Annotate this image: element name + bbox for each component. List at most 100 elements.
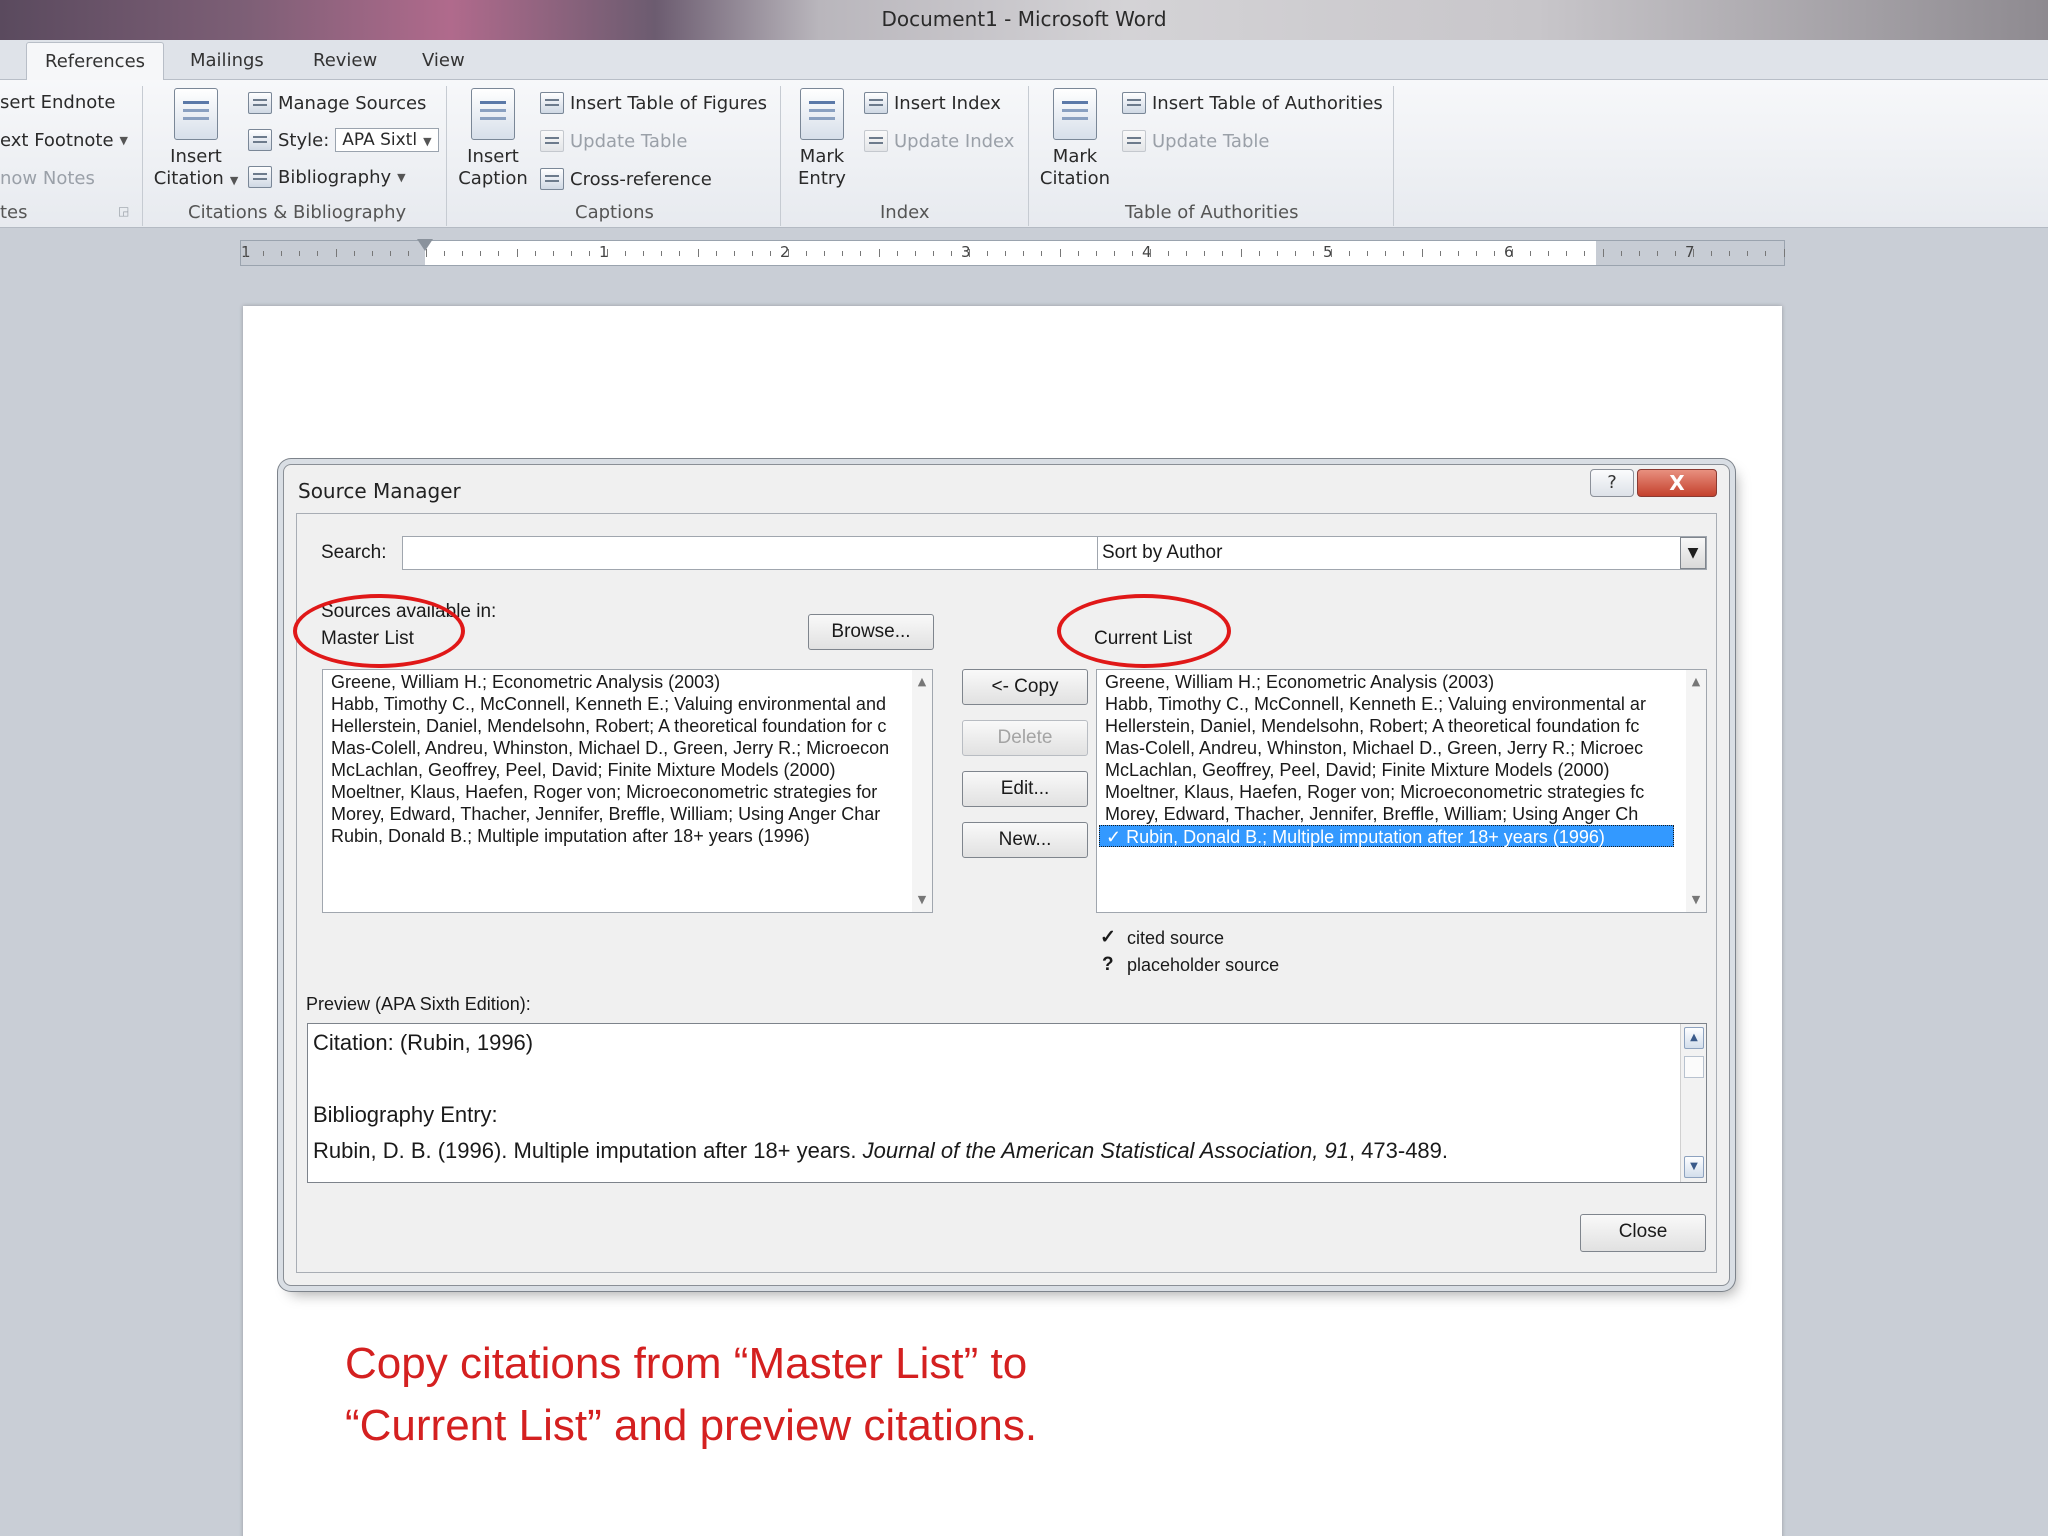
ruler-tick (950, 251, 952, 256)
mark-entry-button[interactable]: Mark Entry (786, 88, 858, 190)
copy-button[interactable]: <- Copy (962, 669, 1088, 705)
scroll-down-icon[interactable]: ▼ (1686, 890, 1706, 910)
ruler-tick (552, 251, 554, 256)
scroll-thumb[interactable] (1684, 1056, 1704, 1078)
ruler-tick (860, 251, 862, 256)
ruler-tick (1168, 251, 1170, 256)
group-separator (780, 86, 781, 226)
ruler-tick (281, 251, 283, 256)
ruler-tick (1005, 251, 1007, 256)
update-authorities-table-button[interactable]: Update Table (1122, 130, 1269, 152)
list-item[interactable]: Hellerstein, Daniel, Mendelsohn, Robert;… (1105, 715, 1639, 737)
help-button[interactable]: ? (1590, 469, 1634, 497)
cross-reference-label: Cross-reference (570, 168, 712, 190)
bibliography-button[interactable]: Bibliography ▼ (248, 166, 406, 188)
list-item[interactable]: Hellerstein, Daniel, Mendelsohn, Robert;… (331, 715, 886, 737)
list-item[interactable]: Habb, Timothy C., McConnell, Kenneth E.;… (331, 693, 886, 715)
list-item[interactable]: McLachlan, Geoffrey, Peel, David; Finite… (331, 759, 836, 781)
ruler-tick (371, 251, 373, 256)
new-button[interactable]: New... (962, 822, 1088, 858)
style-selector[interactable]: Style: APA Sixtl ▼ (248, 128, 439, 152)
scroll-up-icon[interactable]: ▲ (1684, 1027, 1704, 1049)
ruler-tick (842, 251, 844, 256)
search-label: Search: (321, 542, 387, 563)
cross-reference-button[interactable]: Cross-reference (540, 168, 712, 190)
style-dropdown[interactable]: APA Sixtl ▼ (335, 128, 439, 152)
current-list[interactable]: Greene, William H.; Econometric Analysis… (1096, 669, 1707, 913)
list-item[interactable]: Mas-Colell, Andreu, Whinston, Michael D.… (1105, 737, 1643, 759)
annotation-ellipse-master-list (293, 594, 465, 668)
group-captions-label: Captions (575, 202, 654, 223)
ruler-tick (1385, 251, 1387, 256)
mark-citation-label-2: Citation (1039, 168, 1111, 189)
list-item[interactable]: Greene, William H.; Econometric Analysis… (331, 671, 720, 693)
delete-button[interactable]: Delete (962, 720, 1088, 756)
search-input[interactable] (402, 536, 1115, 570)
list-item[interactable]: Morey, Edward, Thacher, Jennifer, Breffl… (1105, 803, 1638, 825)
close-window-button[interactable]: X (1637, 469, 1717, 497)
ruler-tick (588, 251, 590, 256)
scroll-down-icon[interactable]: ▼ (1684, 1156, 1704, 1178)
next-footnote-button[interactable]: ext Footnote ▼ (0, 130, 128, 151)
list-item[interactable]: Greene, William H.; Econometric Analysis… (1105, 671, 1494, 693)
style-label: Style: (278, 129, 330, 151)
table-of-figures-icon (540, 92, 564, 114)
insert-table-of-figures-button[interactable]: Insert Table of Figures (540, 92, 767, 114)
ruler-tick (661, 251, 663, 256)
ruler-tick (1656, 251, 1658, 256)
list-item[interactable]: Morey, Edward, Thacher, Jennifer, Breffl… (331, 803, 880, 825)
manage-sources-label: Manage Sources (278, 92, 427, 114)
insert-citation-button[interactable]: Insert Citation ▼ (150, 88, 242, 192)
list-item[interactable]: Moeltner, Klaus, Haefen, Roger von; Micr… (1105, 781, 1644, 803)
insert-index-button[interactable]: Insert Index (864, 92, 1001, 114)
master-list[interactable]: Greene, William H.; Econometric Analysis… (322, 669, 933, 913)
list-item[interactable]: Moeltner, Klaus, Haefen, Roger von; Micr… (331, 781, 877, 803)
insert-citation-label-2: Citation (153, 168, 224, 189)
list-item-selected[interactable]: ✓ Rubin, Donald B.; Multiple imputation … (1099, 825, 1674, 847)
ruler-tick (1258, 251, 1260, 256)
ruler-tick (389, 251, 391, 256)
scroll-up-icon[interactable]: ▲ (1686, 672, 1706, 692)
list-item[interactable]: McLachlan, Geoffrey, Peel, David; Finite… (1105, 759, 1610, 781)
mark-entry-icon (800, 88, 844, 140)
update-index-button[interactable]: Update Index (864, 130, 1014, 152)
horizontal-ruler[interactable]: 1 1 2 3 4 5 6 7 (240, 239, 1785, 266)
edit-button[interactable]: Edit... (962, 771, 1088, 807)
browse-button[interactable]: Browse... (808, 614, 934, 650)
tab-mailings[interactable]: Mailings (190, 50, 264, 71)
update-table-icon (540, 130, 564, 152)
ruler-left-margin (241, 241, 425, 265)
chevron-down-icon: ▼ (229, 174, 239, 187)
ruler-tick (516, 249, 518, 257)
dialog-launcher-icon[interactable]: ◲ (118, 204, 129, 218)
sort-dropdown[interactable]: Sort by Author ▼ (1097, 536, 1707, 570)
insert-endnote-button[interactable]: sert Endnote (0, 92, 115, 113)
chevron-down-icon[interactable]: ▼ (1680, 537, 1706, 569)
tab-references[interactable]: References (26, 42, 165, 81)
ruler-tick (1512, 249, 1513, 257)
show-notes-button[interactable]: now Notes (0, 168, 95, 189)
update-table-button[interactable]: Update Table (540, 130, 687, 152)
master-list-scrollbar[interactable]: ▲ ▼ (912, 670, 932, 912)
scroll-down-icon[interactable]: ▼ (912, 890, 932, 910)
scroll-up-icon[interactable]: ▲ (912, 672, 932, 692)
tab-review[interactable]: Review (313, 50, 377, 71)
preview-scrollbar[interactable]: ▲ ▼ (1680, 1024, 1706, 1182)
insert-table-of-authorities-button[interactable]: Insert Table of Authorities (1122, 92, 1383, 114)
insert-caption-button[interactable]: Insert Caption (452, 88, 534, 190)
tab-view[interactable]: View (422, 50, 465, 71)
list-item[interactable]: Rubin, Donald B.; Multiple imputation af… (331, 825, 810, 847)
ruler-tick (1439, 251, 1441, 256)
preview-bibliography-entry: Rubin, D. B. (1996). Multiple imputation… (313, 1138, 1448, 1164)
manage-sources-button[interactable]: Manage Sources (248, 92, 426, 114)
close-button[interactable]: Close (1580, 1214, 1706, 1252)
list-item[interactable]: Habb, Timothy C., McConnell, Kenneth E.;… (1105, 693, 1646, 715)
ruler-tick (715, 251, 717, 256)
caption-line-2: “Current List” and preview citations. (345, 1401, 1038, 1450)
preview-box[interactable]: Citation: (Rubin, 1996) Bibliography Ent… (307, 1023, 1707, 1183)
list-item[interactable]: Mas-Colell, Andreu, Whinston, Michael D.… (331, 737, 889, 759)
style-value: APA Sixtl (342, 130, 418, 150)
indent-marker-icon[interactable] (417, 239, 433, 251)
current-list-scrollbar[interactable]: ▲ ▼ (1686, 670, 1706, 912)
mark-citation-button[interactable]: Mark Citation (1034, 88, 1116, 190)
